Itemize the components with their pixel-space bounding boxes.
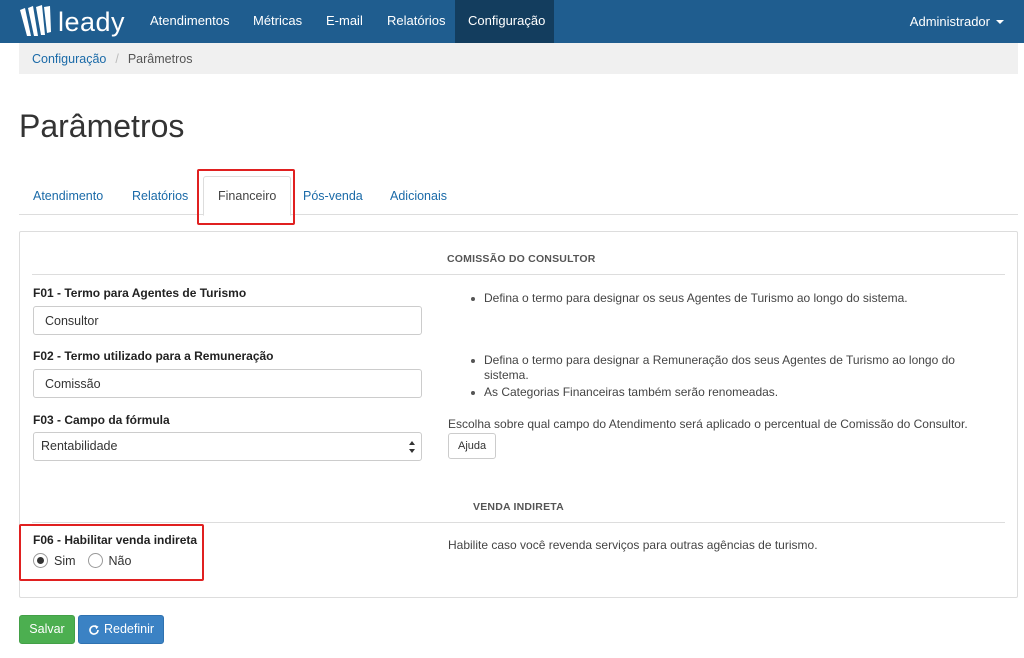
tab-highlight-box xyxy=(197,169,295,225)
nav-item-email[interactable]: E-mail xyxy=(326,0,363,43)
tab-atendimento[interactable]: Atendimento xyxy=(33,176,103,215)
user-menu[interactable]: Administrador xyxy=(910,0,1004,43)
f03-formula-field-select[interactable]: Rentabilidade xyxy=(33,432,422,461)
user-name: Administrador xyxy=(909,14,990,29)
tab-adicionais[interactable]: Adicionais xyxy=(390,176,447,215)
f03-label: F03 - Campo da fórmula xyxy=(33,413,170,427)
refresh-icon xyxy=(89,624,99,635)
nav-item-metricas[interactable]: Métricas xyxy=(253,0,302,43)
caret-down-icon xyxy=(996,19,1004,24)
reset-button-label: Redefinir xyxy=(103,622,155,636)
tab-pos-venda[interactable]: Pós-venda xyxy=(303,176,363,215)
select-arrows-icon xyxy=(409,441,415,453)
f02-help-item: Defina o termo para designar a Remuneraç… xyxy=(468,353,998,383)
f02-help-item: As Categorias Financeiras também serão r… xyxy=(468,385,998,400)
f03-help-text: Escolha sobre qual campo do Atendimento … xyxy=(448,417,968,431)
section-title-indirect: VENDA INDIRETA xyxy=(473,501,564,513)
f01-help-item: Defina o termo para designar os seus Age… xyxy=(468,291,988,306)
brand-name: leady xyxy=(58,7,126,37)
breadcrumb: Configuração / Parâmetros xyxy=(19,43,1018,74)
breadcrumb-current: Parâmetros xyxy=(127,51,193,66)
f02-label: F02 - Termo utilizado para a Remuneração xyxy=(33,349,274,363)
brand[interactable]: leady xyxy=(18,3,125,41)
f01-agent-term-input[interactable] xyxy=(33,306,422,335)
f06-help-text: Habilite caso você revenda serviços para… xyxy=(448,538,818,552)
f02-help: Defina o termo para designar a Remuneraç… xyxy=(468,353,998,402)
breadcrumb-separator: / xyxy=(115,51,119,66)
leady-logo-icon xyxy=(20,5,51,36)
breadcrumb-parent-link[interactable]: Configuração xyxy=(32,52,106,66)
f03-selected-value: Rentabilidade xyxy=(41,439,118,453)
reset-button[interactable]: Redefinir xyxy=(78,615,164,644)
section-divider xyxy=(32,274,1005,275)
section-title-commission: COMISSÃO DO CONSULTOR xyxy=(447,253,596,265)
page-title: Parâmetros xyxy=(19,108,185,144)
tab-relatorios[interactable]: Relatórios xyxy=(132,176,188,215)
save-button[interactable]: Salvar xyxy=(19,615,75,644)
f06-highlight-box xyxy=(19,524,204,581)
top-navbar: leady Atendimentos Métricas E-mail Relat… xyxy=(0,0,1024,43)
f02-remuneration-term-input[interactable] xyxy=(33,369,422,398)
tab-bar: Atendimento Relatórios Financeiro Pós-ve… xyxy=(19,176,1018,216)
nav-item-configuracao[interactable]: Configuração xyxy=(455,0,554,43)
nav-item-atendimentos[interactable]: Atendimentos xyxy=(150,0,230,43)
help-button[interactable]: Ajuda xyxy=(448,433,497,459)
f01-help: Defina o termo para designar os seus Age… xyxy=(468,291,988,308)
section-divider xyxy=(32,522,1005,523)
nav-item-relatorios[interactable]: Relatórios xyxy=(387,0,446,43)
f01-label: F01 - Termo para Agentes de Turismo xyxy=(33,286,247,300)
